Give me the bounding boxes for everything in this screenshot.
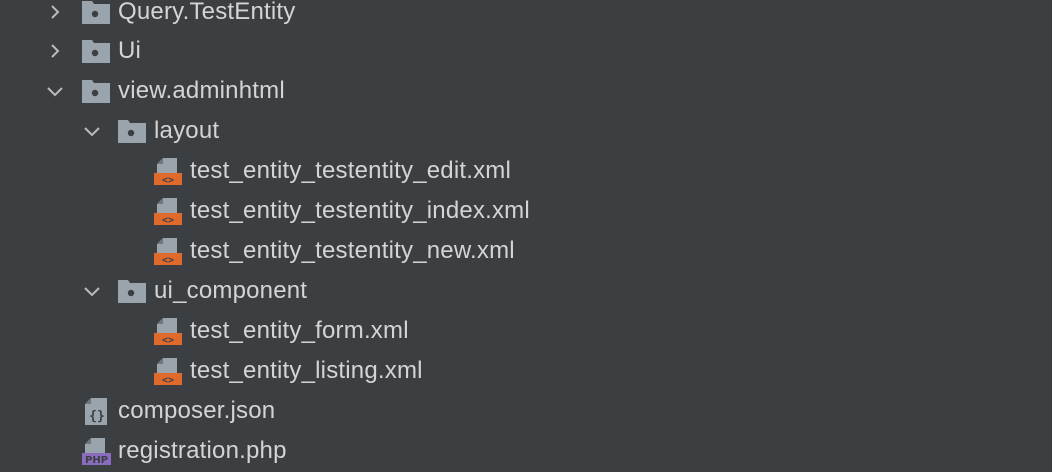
php-file-icon: PHP (81, 436, 111, 466)
tree-item-label: test_entity_testentity_edit.xml (190, 157, 512, 184)
tree-item-index-xml[interactable]: <> test_entity_testentity_index.xml (0, 191, 1052, 231)
tree-item-label: layout (154, 117, 220, 144)
xml-file-icon: <> (153, 316, 183, 346)
chevron-down-icon[interactable] (44, 80, 66, 102)
chevron-down-icon[interactable] (81, 280, 103, 302)
tree-item-label: test_entity_form.xml (190, 317, 409, 344)
tree-item-ui[interactable]: Ui (0, 31, 1052, 71)
folder-icon (117, 116, 147, 146)
tree-item-label: view.adminhtml (118, 77, 285, 104)
json-badge: {} (89, 409, 105, 424)
xml-file-icon: <> (153, 356, 183, 386)
chevron-down-icon[interactable] (81, 120, 103, 142)
folder-icon (81, 0, 111, 27)
tree-item-label: composer.json (118, 397, 276, 424)
xml-badge: <> (162, 215, 174, 226)
tree-item-label: test_entity_testentity_index.xml (190, 197, 530, 224)
project-tree: Query.TestEntity Ui view.adminhtml layou… (0, 0, 1052, 472)
tree-item-layout[interactable]: layout (0, 111, 1052, 151)
tree-item-composer-json[interactable]: {} composer.json (0, 391, 1052, 431)
tree-item-label: Query.TestEntity (118, 0, 296, 25)
tree-item-label: test_entity_listing.xml (190, 357, 423, 384)
xml-badge: <> (162, 375, 174, 386)
tree-item-new-xml[interactable]: <> test_entity_testentity_new.xml (0, 231, 1052, 271)
tree-item-form-xml[interactable]: <> test_entity_form.xml (0, 311, 1052, 351)
tree-item-ui-component[interactable]: ui_component (0, 271, 1052, 311)
folder-icon (81, 76, 111, 106)
tree-item-label: ui_component (154, 277, 308, 304)
xml-file-icon: <> (153, 236, 183, 266)
tree-item-view-adminhtml[interactable]: view.adminhtml (0, 71, 1052, 111)
tree-item-edit-xml[interactable]: <> test_entity_testentity_edit.xml (0, 151, 1052, 191)
xml-file-icon: <> (153, 156, 183, 186)
xml-badge: <> (162, 335, 174, 346)
folder-icon (117, 276, 147, 306)
chevron-right-icon[interactable] (44, 1, 66, 23)
tree-item-registration-php[interactable]: PHP registration.php (0, 431, 1052, 471)
tree-item-label: Ui (118, 37, 142, 64)
xml-badge: <> (162, 255, 174, 266)
folder-icon (81, 36, 111, 66)
xml-badge: <> (162, 175, 174, 186)
tree-item-listing-xml[interactable]: <> test_entity_listing.xml (0, 351, 1052, 391)
json-file-icon: {} (81, 396, 111, 426)
php-badge: PHP (85, 455, 108, 466)
chevron-right-icon[interactable] (44, 40, 66, 62)
tree-item-label: test_entity_testentity_new.xml (190, 237, 515, 264)
xml-file-icon: <> (153, 196, 183, 226)
tree-item-query-testentity[interactable]: Query.TestEntity (0, 0, 1052, 32)
tree-item-label: registration.php (118, 437, 287, 464)
